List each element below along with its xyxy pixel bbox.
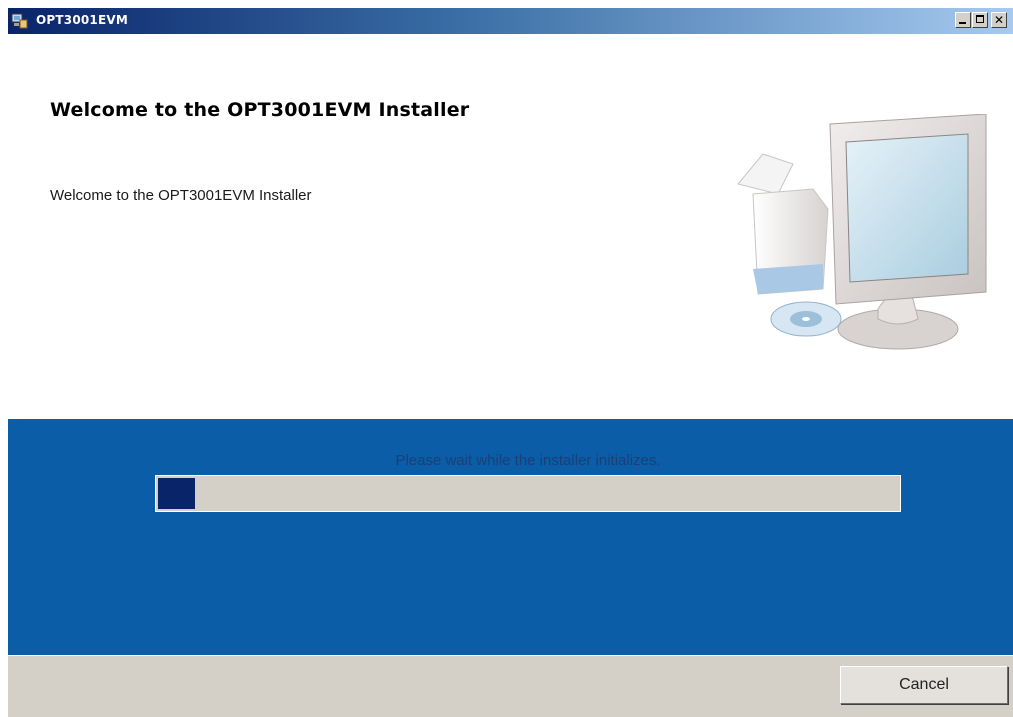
progress-fill xyxy=(158,478,195,509)
maximize-button[interactable] xyxy=(972,12,988,28)
computer-install-icon xyxy=(737,114,987,350)
page-title: Welcome to the OPT3001EVM Installer xyxy=(50,99,470,121)
installer-app-icon xyxy=(11,13,28,29)
welcome-message: Welcome to the OPT3001EVM Installer xyxy=(50,187,312,204)
close-icon: ✕ xyxy=(993,13,1005,27)
maximize-icon xyxy=(976,15,984,23)
welcome-panel: Welcome to the OPT3001EVM Installer Welc… xyxy=(8,34,1013,419)
progress-bar xyxy=(155,475,901,512)
button-bar: Cancel xyxy=(8,655,1013,717)
installer-window: OPT3001EVM ✕ Welcome to the OPT3001EVM I… xyxy=(8,8,1013,717)
minimize-button[interactable] xyxy=(955,12,971,28)
window-title: OPT3001EVM xyxy=(36,13,129,27)
status-panel: Please wait while the installer initiali… xyxy=(8,419,1013,655)
minimize-icon xyxy=(959,22,966,24)
status-message: Please wait while the installer initiali… xyxy=(395,452,661,469)
close-button[interactable]: ✕ xyxy=(991,12,1007,28)
title-bar[interactable]: OPT3001EVM ✕ xyxy=(8,8,1013,34)
cancel-button[interactable]: Cancel xyxy=(840,666,1008,704)
